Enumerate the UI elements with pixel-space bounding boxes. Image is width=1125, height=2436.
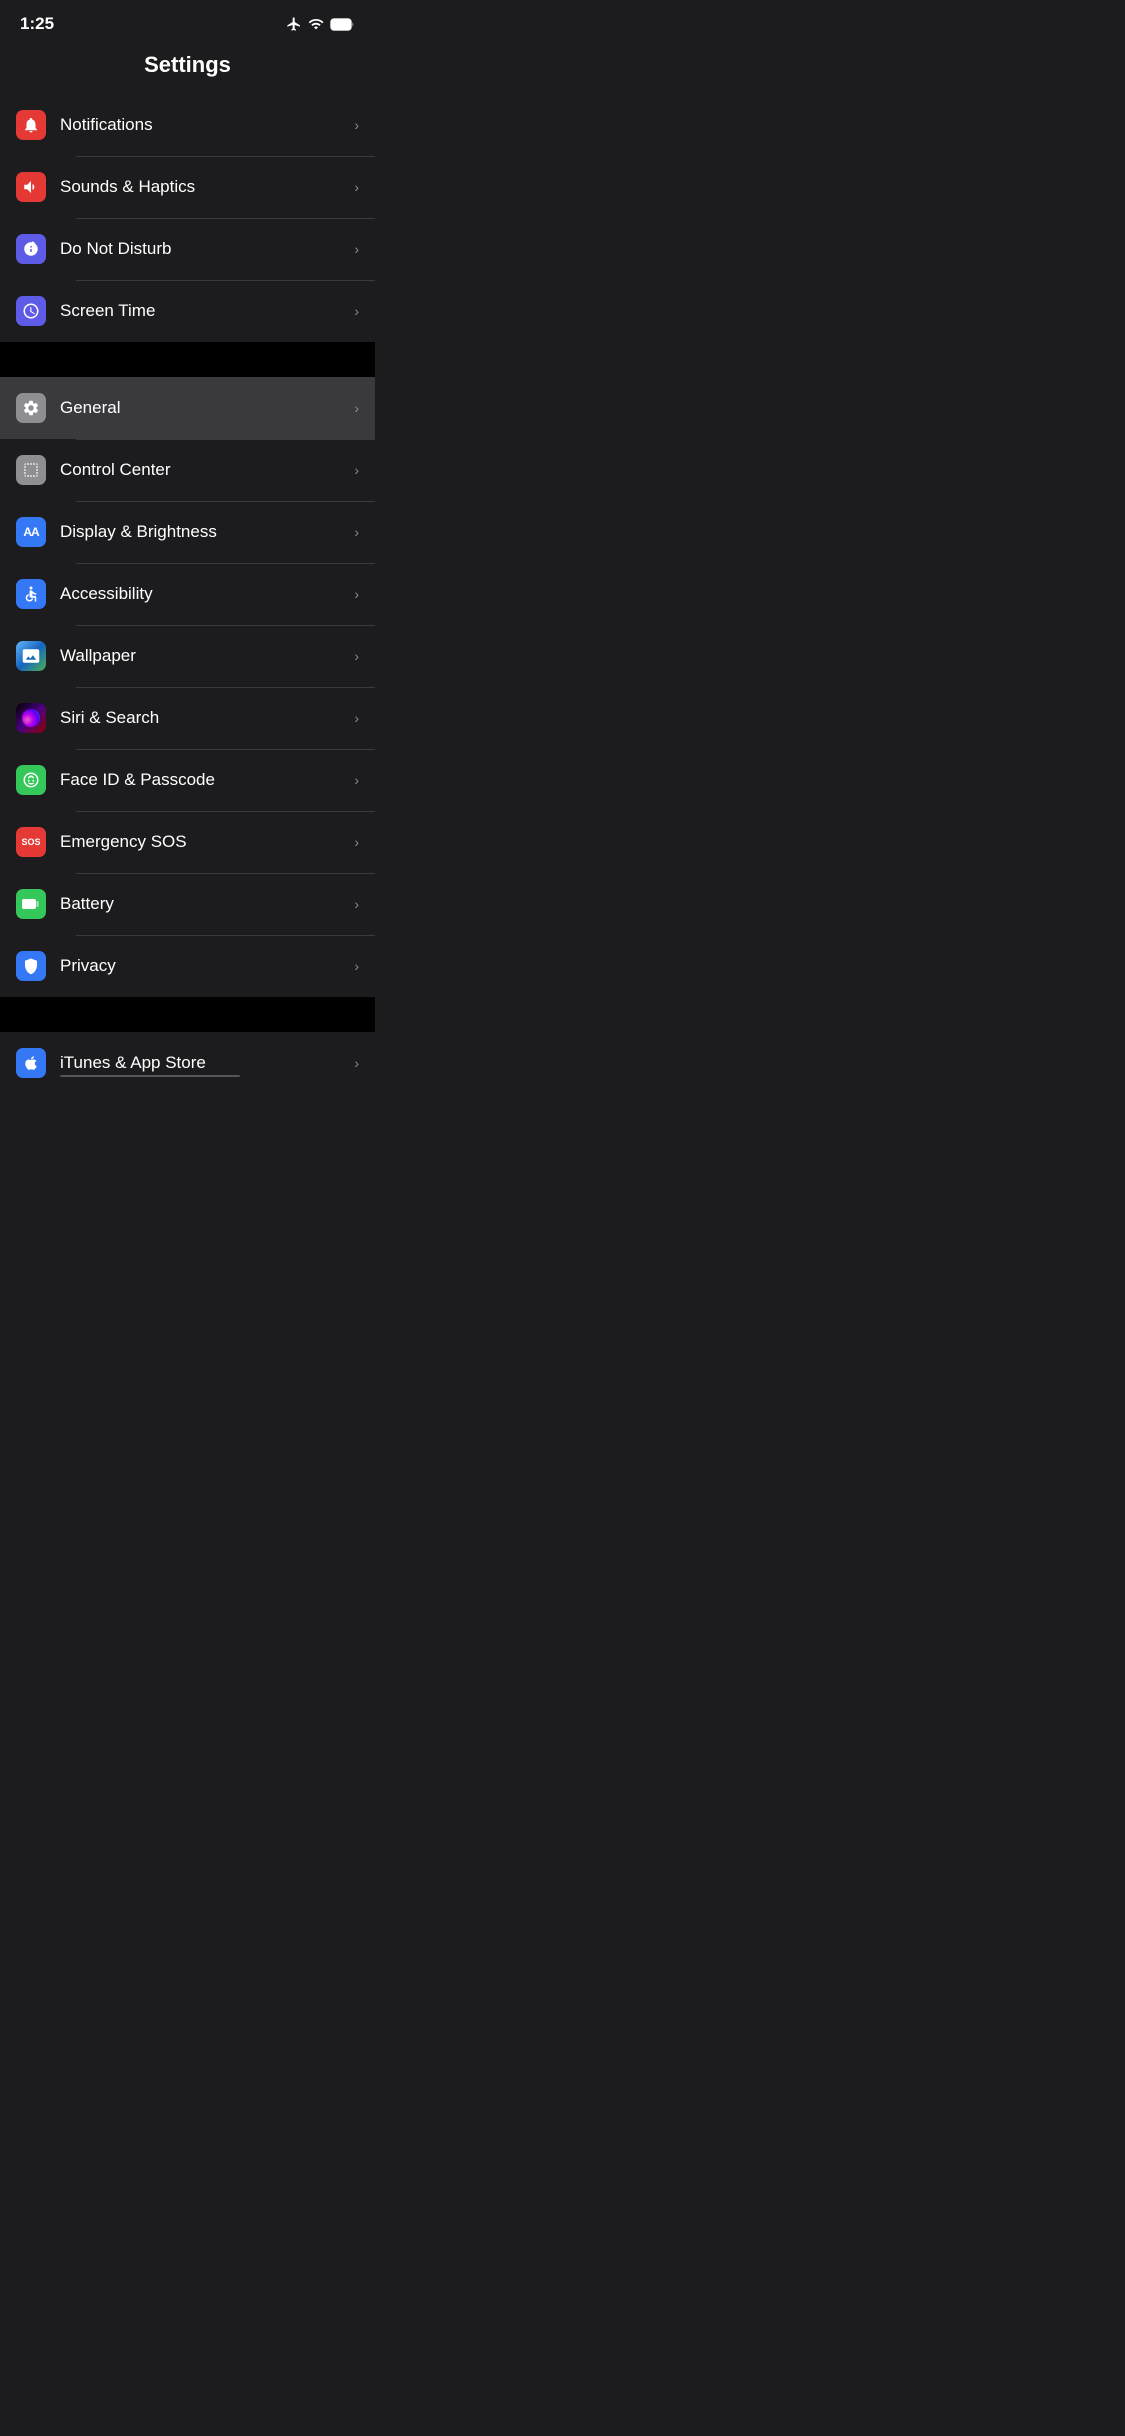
notifications-label: Notifications (60, 115, 354, 135)
display-icon: AA (16, 517, 46, 547)
settings-section-2: General › Control Center › AA Display & … (0, 377, 375, 997)
sos-icon: SOS (16, 827, 46, 857)
privacy-icon (16, 951, 46, 981)
display-label: Display & Brightness (60, 522, 354, 542)
controlcenter-icon (16, 455, 46, 485)
notifications-chevron: › (354, 117, 359, 133)
faceid-chevron: › (354, 772, 359, 788)
screentime-label: Screen Time (60, 301, 354, 321)
sos-label: Emergency SOS (60, 832, 354, 852)
settings-row-battery[interactable]: Battery › (0, 873, 375, 935)
section-gap-2 (0, 997, 375, 1032)
settings-row-display[interactable]: AA Display & Brightness › (0, 501, 375, 563)
page-title: Settings (144, 52, 231, 77)
wallpaper-icon (16, 641, 46, 671)
battery-settings-icon (16, 889, 46, 919)
page-header: Settings (0, 42, 375, 94)
sounds-icon (16, 172, 46, 202)
status-icons (286, 16, 355, 32)
dnd-icon (16, 234, 46, 264)
general-label: General (60, 398, 354, 418)
settings-section-1: Notifications › Sounds & Haptics › Do No… (0, 94, 375, 342)
settings-row-screentime[interactable]: Screen Time › (0, 280, 375, 342)
sounds-chevron: › (354, 179, 359, 195)
accessibility-icon (16, 579, 46, 609)
accessibility-label: Accessibility (60, 584, 354, 604)
settings-row-siri[interactable]: Siri & Search › (0, 687, 375, 749)
settings-row-privacy[interactable]: Privacy › (0, 935, 375, 997)
settings-row-wallpaper[interactable]: Wallpaper › (0, 625, 375, 687)
settings-row-accessibility[interactable]: Accessibility › (0, 563, 375, 625)
settings-row-sounds[interactable]: Sounds & Haptics › (0, 156, 375, 218)
settings-row-sos[interactable]: SOS Emergency SOS › (0, 811, 375, 873)
wifi-icon (308, 16, 324, 32)
settings-row-itunes[interactable]: iTunes & App Store › (0, 1032, 375, 1094)
appstore-icon (16, 1048, 46, 1078)
wallpaper-label: Wallpaper (60, 646, 354, 666)
settings-section-3: iTunes & App Store › (0, 1032, 375, 1094)
settings-row-faceid[interactable]: Face ID & Passcode › (0, 749, 375, 811)
settings-row-controlcenter[interactable]: Control Center › (0, 439, 375, 501)
dnd-chevron: › (354, 241, 359, 257)
wallpaper-chevron: › (354, 648, 359, 664)
airplane-icon (286, 16, 302, 32)
section-gap-1 (0, 342, 375, 377)
settings-row-general[interactable]: General › (0, 377, 375, 439)
controlcenter-chevron: › (354, 462, 359, 478)
siri-chevron: › (354, 710, 359, 726)
controlcenter-label: Control Center (60, 460, 354, 480)
settings-row-donotdisturb[interactable]: Do Not Disturb › (0, 218, 375, 280)
itunes-label: iTunes & App Store (60, 1053, 354, 1073)
battery-chevron: › (354, 896, 359, 912)
sounds-label: Sounds & Haptics (60, 177, 354, 197)
faceid-label: Face ID & Passcode (60, 770, 354, 790)
general-chevron: › (354, 400, 359, 416)
screentime-chevron: › (354, 303, 359, 319)
screentime-icon (16, 296, 46, 326)
privacy-chevron: › (354, 958, 359, 974)
itunes-chevron: › (354, 1055, 359, 1071)
battery-label: Battery (60, 894, 354, 914)
privacy-label: Privacy (60, 956, 354, 976)
status-bar: 1:25 (0, 0, 375, 42)
faceid-icon (16, 765, 46, 795)
dnd-label: Do Not Disturb (60, 239, 354, 259)
notifications-icon (16, 110, 46, 140)
siri-label: Siri & Search (60, 708, 354, 728)
siri-icon (16, 703, 46, 733)
accessibility-chevron: › (354, 586, 359, 602)
settings-row-notifications[interactable]: Notifications › (0, 94, 375, 156)
sos-chevron: › (354, 834, 359, 850)
battery-icon (330, 18, 355, 31)
general-icon (16, 393, 46, 423)
display-chevron: › (354, 524, 359, 540)
status-time: 1:25 (20, 14, 54, 34)
